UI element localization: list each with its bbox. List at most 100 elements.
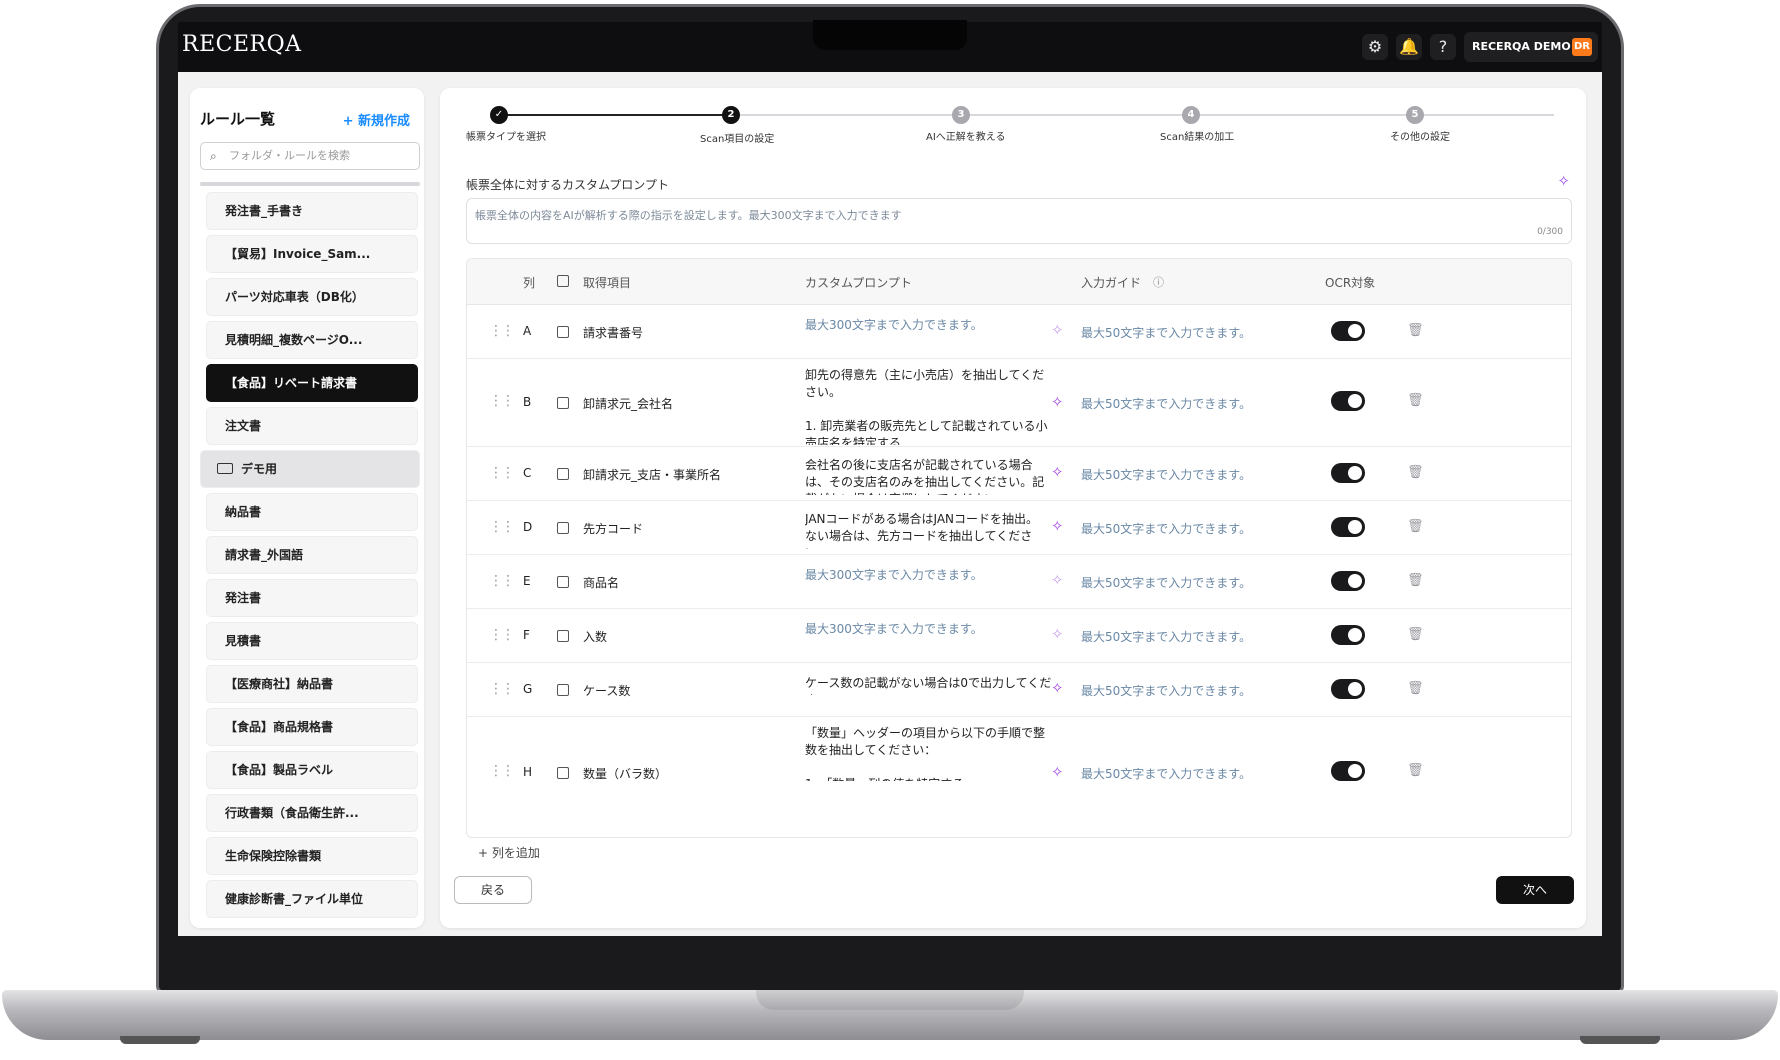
rule-item[interactable]: 発注書_手書き [206, 192, 418, 230]
trash-icon[interactable]: 🗑 [1407, 519, 1424, 534]
row-guide[interactable]: 最大50文字まで入力できます。 [1081, 395, 1251, 412]
drag-handle-icon[interactable]: ⋮⋮ [489, 323, 515, 339]
ocr-toggle[interactable] [1331, 321, 1365, 341]
ai-sparkle-icon[interactable]: ✧ [1051, 393, 1064, 411]
row-item[interactable]: 数量（バラ数） [583, 765, 667, 782]
search-input[interactable]: ⌕ フォルダ・ルールを検索 [200, 142, 420, 170]
row-item[interactable]: 卸請求元_会社名 [583, 395, 673, 412]
back-button[interactable]: 戻る [454, 876, 532, 904]
ai-sparkle-icon[interactable]: ✧ [1557, 172, 1570, 190]
row-guide[interactable]: 最大50文字まで入力できます。 [1081, 466, 1251, 483]
bell-icon[interactable]: 🔔 [1396, 34, 1422, 60]
row-prompt[interactable]: 最大300文字まで入力できます。 [805, 317, 1055, 337]
trash-icon[interactable]: 🗑 [1407, 393, 1424, 408]
rule-item[interactable]: 納品書 [206, 493, 418, 531]
row-checkbox[interactable] [557, 326, 569, 338]
help-icon[interactable]: ⓘ [1153, 274, 1164, 290]
ai-sparkle-icon[interactable]: ✧ [1051, 517, 1064, 535]
trash-icon[interactable]: 🗑 [1407, 627, 1424, 642]
gear-icon[interactable]: ⚙ [1362, 34, 1388, 60]
drag-handle-icon[interactable]: ⋮⋮ [489, 763, 515, 779]
drag-handle-icon[interactable]: ⋮⋮ [489, 573, 515, 589]
row-item[interactable]: 請求書番号 [583, 324, 643, 341]
ai-sparkle-icon[interactable]: ✧ [1051, 763, 1064, 781]
drag-handle-icon[interactable]: ⋮⋮ [489, 627, 515, 643]
rule-item[interactable]: 発注書 [206, 579, 418, 617]
folder-item[interactable]: デモ用 [200, 450, 420, 488]
row-guide[interactable]: 最大50文字まで入力できます。 [1081, 628, 1251, 645]
ocr-toggle[interactable] [1331, 761, 1365, 781]
row-guide[interactable]: 最大50文字まで入力できます。 [1081, 520, 1251, 537]
ocr-toggle[interactable] [1331, 625, 1365, 645]
row-checkbox[interactable] [557, 684, 569, 696]
trash-icon[interactable]: 🗑 [1407, 323, 1424, 338]
select-all-checkbox[interactable] [557, 275, 569, 287]
row-prompt[interactable]: 最大300文字まで入力できます。 [805, 621, 1055, 641]
global-prompt-textarea[interactable]: 帳票全体の内容をAIが解析する際の指示を設定します。最大300文字まで入力できま… [466, 198, 1572, 244]
rule-item[interactable]: 【食品】製品ラベル [206, 751, 418, 789]
row-guide[interactable]: 最大50文字まで入力できます。 [1081, 682, 1251, 699]
row-item[interactable]: 商品名 [583, 574, 619, 591]
trash-icon[interactable]: 🗑 [1407, 573, 1424, 588]
rule-item[interactable]: 健康診断書_ファイル単位 [206, 880, 418, 918]
user-menu[interactable]: RECERQA DEMO DR [1464, 32, 1598, 62]
app-logo[interactable]: RECERQA [182, 32, 302, 57]
row-checkbox[interactable] [557, 767, 569, 779]
rule-item[interactable]: 注文書 [206, 407, 418, 445]
row-guide[interactable]: 最大50文字まで入力できます。 [1081, 574, 1251, 591]
row-prompt[interactable]: 会社名の後に支店名が記載されている場合は、その支店名のみを抽出してください。記載… [805, 457, 1055, 495]
row-item[interactable]: 先方コード [583, 520, 643, 537]
step-4-marker[interactable]: 4 [1182, 106, 1200, 124]
row-prompt[interactable]: JANコードがある場合はJANコードを抽出。 ない場合は、先方コードを抽出してく… [805, 511, 1055, 549]
ai-sparkle-icon[interactable]: ✧ [1051, 625, 1064, 643]
row-checkbox[interactable] [557, 397, 569, 409]
row-prompt[interactable]: 最大300文字まで入力できます。 [805, 567, 1055, 587]
trash-icon[interactable]: 🗑 [1407, 681, 1424, 696]
row-checkbox[interactable] [557, 468, 569, 480]
step-2-marker[interactable]: 2 [722, 106, 740, 124]
ocr-toggle[interactable] [1331, 517, 1365, 537]
drag-handle-icon[interactable]: ⋮⋮ [489, 465, 515, 481]
rule-item[interactable]: 見積書 [206, 622, 418, 660]
new-rule-button[interactable]: + 新規作成 [343, 110, 410, 129]
ai-sparkle-icon[interactable]: ✧ [1051, 463, 1064, 481]
ai-sparkle-icon[interactable]: ✧ [1051, 321, 1064, 339]
row-prompt[interactable]: 卸先の得意先（主に小売店）を抽出してください。 1. 卸売業者の販売先として記載… [805, 367, 1055, 445]
ocr-toggle[interactable] [1331, 391, 1365, 411]
step-3-marker[interactable]: 3 [952, 106, 970, 124]
rule-item[interactable]: 請求書_外国語 [206, 536, 418, 574]
row-checkbox[interactable] [557, 522, 569, 534]
ai-sparkle-icon[interactable]: ✧ [1051, 679, 1064, 697]
rule-item-selected[interactable]: 【食品】リベート請求書 [206, 364, 418, 402]
help-icon[interactable]: ? [1430, 34, 1456, 60]
row-checkbox[interactable] [557, 576, 569, 588]
rule-item[interactable]: 行政書類（食品衛生許... [206, 794, 418, 832]
ocr-toggle[interactable] [1331, 679, 1365, 699]
drag-handle-icon[interactable]: ⋮⋮ [489, 393, 515, 409]
step-5-marker[interactable]: 5 [1406, 106, 1424, 124]
trash-icon[interactable]: 🗑 [1407, 763, 1424, 778]
ocr-toggle[interactable] [1331, 463, 1365, 483]
step-1-check-icon[interactable]: ✓ [490, 106, 508, 124]
rule-item[interactable]: パーツ対応車表（DB化） [206, 278, 418, 316]
drag-handle-icon[interactable]: ⋮⋮ [489, 681, 515, 697]
add-column-button[interactable]: + 列を追加 [478, 844, 540, 861]
row-item[interactable]: ケース数 [583, 682, 630, 699]
ocr-toggle[interactable] [1331, 571, 1365, 591]
rule-item[interactable]: 【食品】商品規格書 [206, 708, 418, 746]
trash-icon[interactable]: 🗑 [1407, 465, 1424, 480]
row-guide[interactable]: 最大50文字まで入力できます。 [1081, 765, 1251, 782]
row-item[interactable]: 卸請求元_支店・事業所名 [583, 466, 721, 483]
row-prompt[interactable]: ケース数の記載がない場合は0で出力してください [805, 675, 1055, 695]
rule-item[interactable]: 【医療商社】納品書 [206, 665, 418, 703]
rule-item[interactable]: 【貿易】Invoice_Sam... [206, 235, 418, 273]
drag-handle-icon[interactable]: ⋮⋮ [489, 519, 515, 535]
row-item[interactable]: 入数 [583, 628, 607, 645]
row-checkbox[interactable] [557, 630, 569, 642]
rule-item[interactable]: 見積明細_複数ページO... [206, 321, 418, 359]
row-guide[interactable]: 最大50文字まで入力できます。 [1081, 324, 1251, 341]
ai-sparkle-icon[interactable]: ✧ [1051, 571, 1064, 589]
next-button[interactable]: 次へ [1496, 876, 1574, 904]
rule-item[interactable]: 生命保険控除書類 [206, 837, 418, 875]
row-prompt[interactable]: 「数量」ヘッダーの項目から以下の手順で整数を抽出してください： 1. 「数量」列… [805, 725, 1055, 781]
